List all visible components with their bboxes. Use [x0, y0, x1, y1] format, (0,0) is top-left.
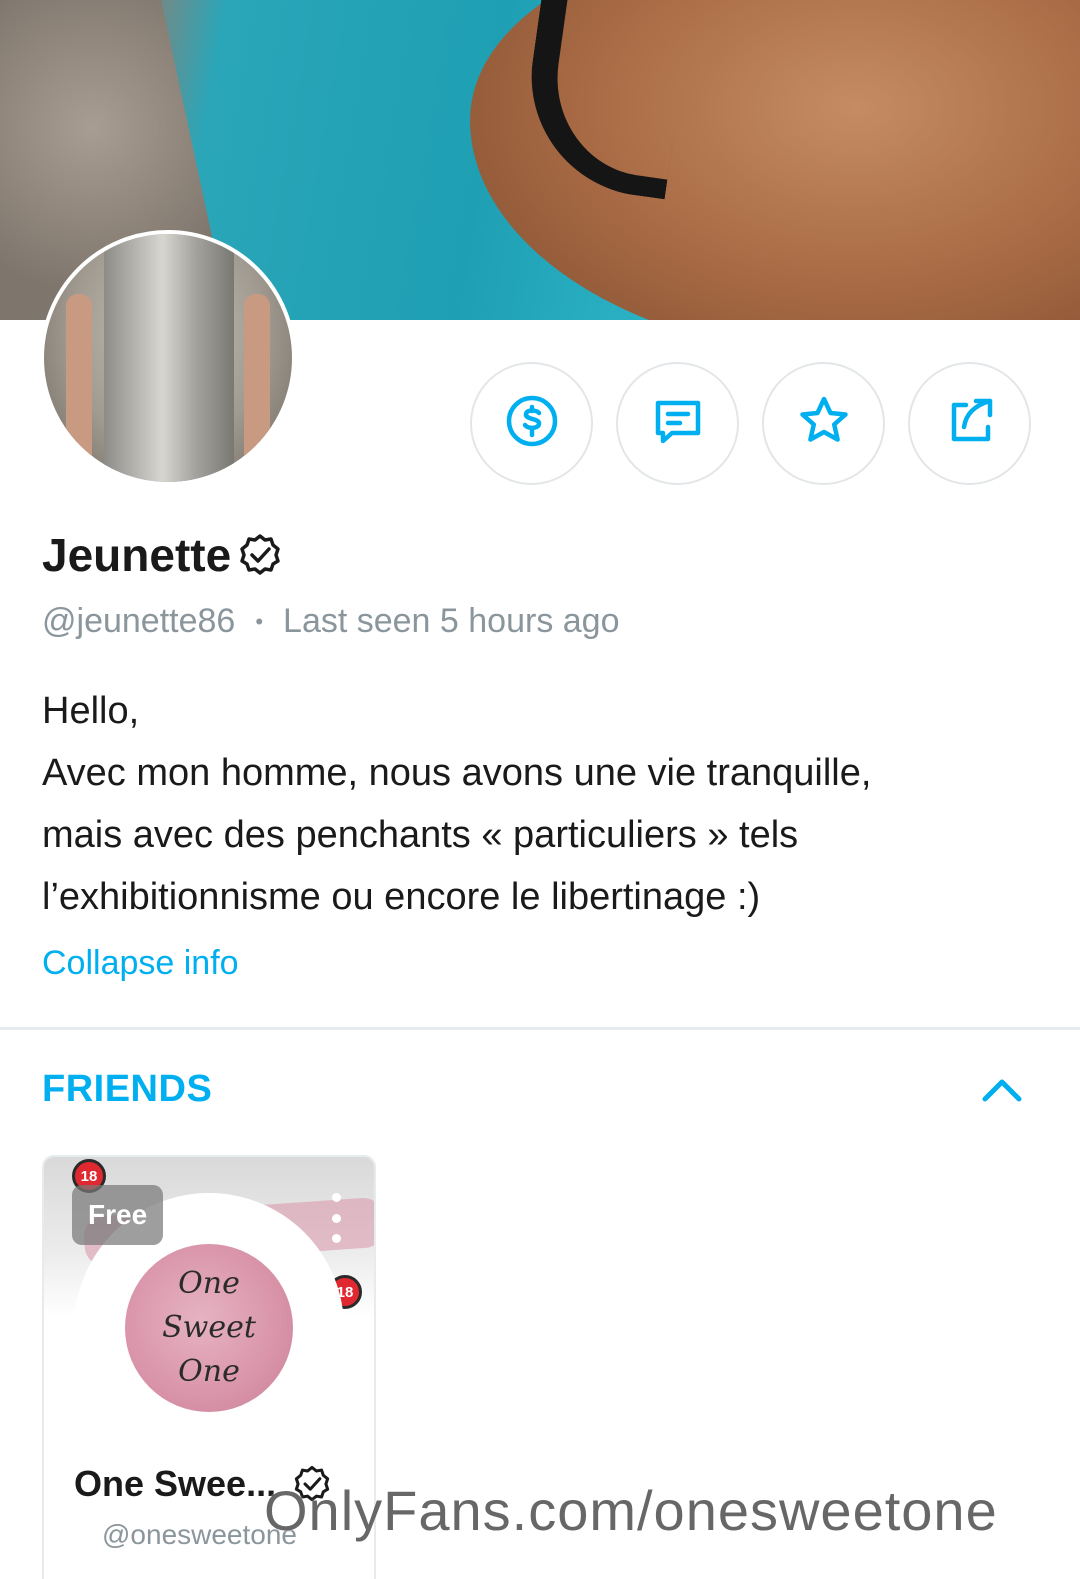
profile-bio: Hello, Avec mon homme, nous avons une vi…: [42, 680, 1042, 928]
free-price-badge: Free: [72, 1185, 164, 1245]
logo-text-line: One: [178, 1354, 240, 1389]
bio-line: Avec mon homme, nous avons une vie tranq…: [42, 752, 872, 794]
bio-line: l’exhibitionnisme ou encore le libertina…: [42, 876, 761, 918]
profile-name: Jeunette: [42, 529, 232, 581]
avatar-dress: [104, 234, 234, 482]
share-button[interactable]: [908, 362, 1031, 485]
share-icon: [942, 393, 998, 454]
star-favorite-icon: [796, 393, 852, 454]
profile-avatar[interactable]: [40, 230, 296, 486]
verified-badge-icon: [237, 532, 283, 578]
favorite-button[interactable]: [762, 362, 885, 485]
logo-text-line: One: [178, 1266, 240, 1301]
logo-text-line: Sweet: [162, 1310, 256, 1345]
friends-section-title: FRIENDS: [42, 1068, 213, 1110]
bio-line: Hello,: [42, 690, 140, 732]
more-options-icon[interactable]: [328, 1193, 344, 1243]
watermark-text: OnlyFans.com/onesweetone: [264, 1479, 998, 1542]
profile-actions: [470, 362, 1031, 485]
profile-name-row: Jeunette: [42, 528, 283, 582]
message-button[interactable]: [616, 362, 739, 485]
profile-handle: @jeunette86: [42, 602, 236, 640]
bio-line: mais avec des penchants « particuliers »…: [42, 814, 799, 856]
friend-avatar-logo: One Sweet One: [125, 1244, 293, 1412]
dollar-tip-icon: [504, 393, 560, 454]
chevron-up-icon[interactable]: [980, 1074, 1024, 1104]
avatar-arm-right: [244, 294, 270, 474]
avatar-arm-left: [66, 294, 92, 474]
tip-button[interactable]: [470, 362, 593, 485]
collapse-info-link[interactable]: Collapse info: [42, 944, 239, 983]
friend-name[interactable]: One Swee...: [74, 1463, 276, 1505]
meta-separator: •: [255, 608, 264, 634]
section-divider: [0, 1027, 1080, 1030]
message-icon: [650, 393, 706, 454]
last-seen-status: Last seen 5 hours ago: [283, 602, 620, 640]
profile-meta: @jeunette86 • Last seen 5 hours ago: [42, 602, 620, 641]
